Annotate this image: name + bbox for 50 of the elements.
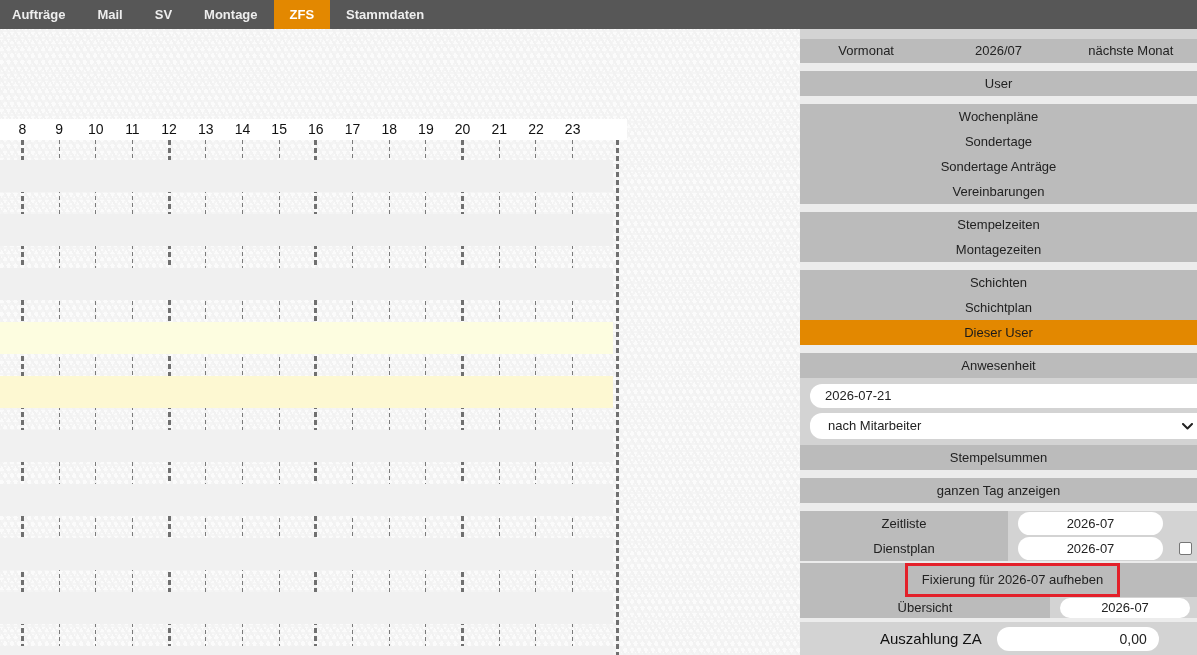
unlock-button[interactable]: Fixierung für 2026-07 aufheben [904,563,1121,597]
menu-item[interactable]: Sondertage [800,129,1197,154]
nav-tab[interactable]: Montage [188,0,274,29]
hour-label: 21 [491,121,508,138]
date-field[interactable]: 2026-07-21 [810,384,1197,408]
month-field[interactable]: 2026-07 [1018,512,1163,535]
hour-label: 11 [125,121,140,138]
report-label: Zeitliste [800,511,1008,536]
hour-label: 18 [381,121,397,138]
hour-label: 20 [454,121,471,138]
hour-label: 17 [344,121,361,138]
menu-item[interactable]: Vereinbarungen [800,179,1197,204]
action-button[interactable]: ganzen Tag anzeigen [800,478,1197,503]
nav-tab[interactable]: Mail [81,0,139,29]
hour-label: 14 [234,121,251,138]
hour-label: 10 [87,121,104,138]
hour-label: 13 [198,121,214,138]
current-month-label: 2026/07 [975,43,1022,59]
nav-tab[interactable]: Aufträge [0,0,82,29]
hour-label: 9 [55,121,63,138]
menu-item[interactable]: User [800,71,1197,96]
menu-item[interactable]: Montagezeiten [800,237,1197,262]
chevron-down-icon [1182,422,1193,430]
hour-label: 12 [161,121,177,138]
hour-label: 19 [418,121,434,138]
overview-label: Übersicht [800,597,1050,618]
previous-month-link[interactable]: Vormonat [838,43,894,59]
payout-label: Auszahlung ZA [880,629,982,648]
amount-field[interactable]: 0,00 [996,626,1159,651]
action-button[interactable]: Stempelsummen [800,445,1197,470]
month-field[interactable]: 2026-07 [1060,597,1190,618]
hour-label: 16 [308,121,324,138]
grouping-dropdown[interactable]: nach Mitarbeiter [810,413,1197,439]
hour-label: 8 [18,121,27,138]
hour-label: 15 [271,121,287,138]
menu-item[interactable]: Wochenpläne [800,104,1197,129]
menu-item[interactable]: Schichtplan [800,295,1197,320]
menu-item[interactable]: Anwesenheit [800,353,1197,378]
report-label: Dienstplan [800,536,1008,561]
menu-item[interactable]: Stempelzeiten [800,212,1197,237]
hour-label: 23 [564,121,581,138]
nav-tab[interactable]: SV [138,0,189,29]
menu-item[interactable]: Sondertage Anträge [800,154,1197,179]
menu-item[interactable]: Dieser User [800,320,1197,345]
nav-tab[interactable]: Stammdaten [330,0,441,29]
checkbox[interactable] [1178,542,1192,555]
menu-item[interactable]: Schichten [800,270,1197,295]
hour-label: 22 [528,121,544,138]
next-month-link[interactable]: nächste Monat [1088,43,1174,59]
month-field[interactable]: 2026-07 [1018,537,1163,560]
